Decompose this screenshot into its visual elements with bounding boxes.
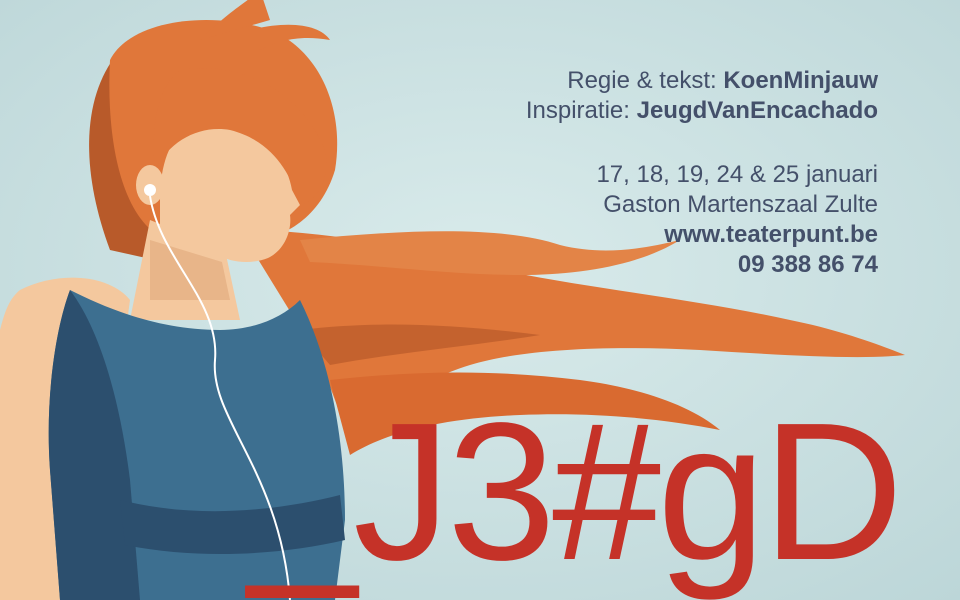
inspiratie-value: JeugdVanEncachado bbox=[636, 97, 878, 124]
inspiratie-line: Inspiratie: JeugdVanEncachado bbox=[526, 96, 878, 126]
venue: Gaston Martenszaal Zulte bbox=[603, 191, 878, 218]
phone-text: 09 388 86 74 bbox=[737, 251, 878, 278]
regie-value: KoenMinjauw bbox=[723, 67, 878, 94]
phone-number: 09 388 86 74 bbox=[596, 250, 878, 280]
poster: Regie & tekst: KoenMinjauw Inspiratie: J… bbox=[0, 0, 960, 600]
inspiratie-label: Inspiratie: bbox=[525, 97, 630, 124]
website-link[interactable]: www.teaterpunt.be bbox=[596, 220, 878, 250]
website-text: www.teaterpunt.be bbox=[664, 221, 878, 248]
show-title: _J3#gD bbox=[248, 382, 904, 600]
details-block: 17, 18, 19, 24 & 25 januari Gaston Marte… bbox=[596, 160, 878, 280]
regie-label: Regie & tekst: bbox=[567, 67, 717, 94]
earbud bbox=[144, 184, 156, 196]
dates: 17, 18, 19, 24 & 25 januari bbox=[596, 161, 878, 188]
regie-line: Regie & tekst: KoenMinjauw bbox=[526, 66, 878, 96]
credits-block: Regie & tekst: KoenMinjauw Inspiratie: J… bbox=[526, 66, 878, 126]
